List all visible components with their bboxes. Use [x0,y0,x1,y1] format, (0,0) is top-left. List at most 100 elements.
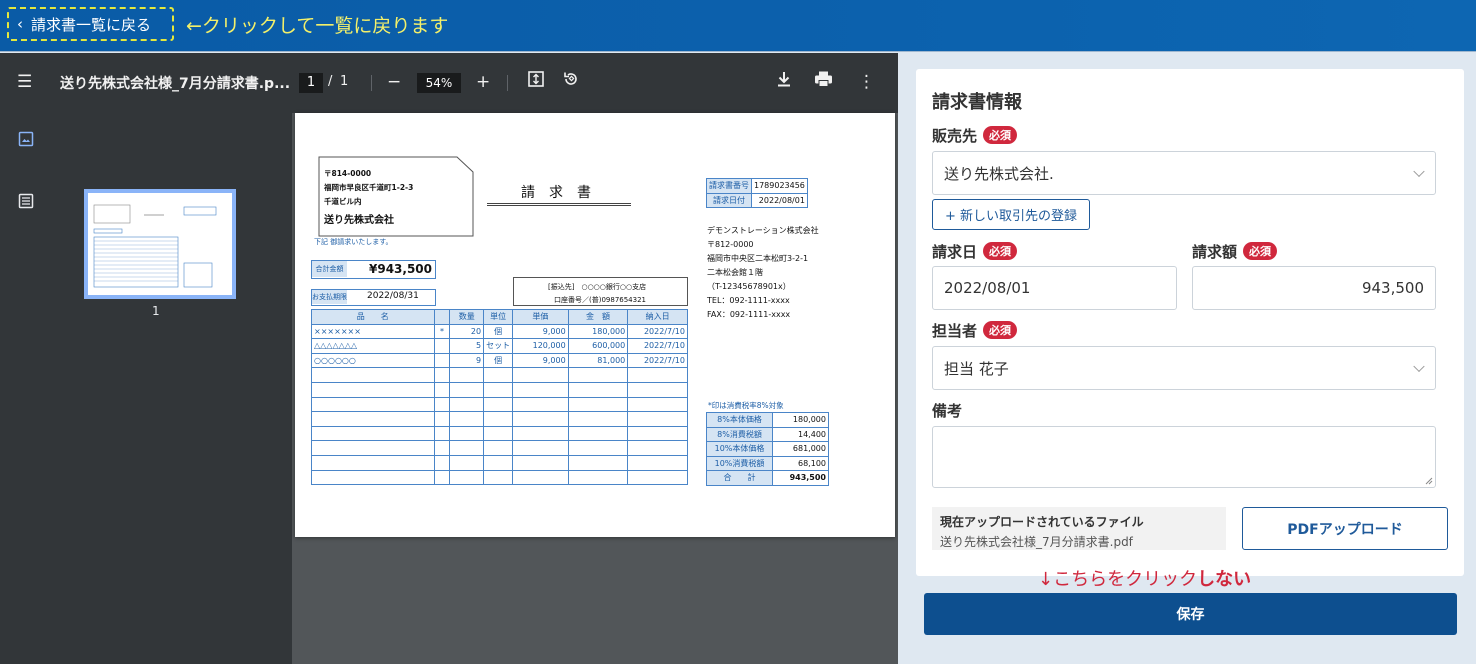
table-cell: 9 [449,352,485,369]
zoom-out-icon[interactable]: − [387,70,401,94]
table-cell: 81,000 [567,352,629,369]
invoice-date-input[interactable]: 2022/08/01 [932,266,1177,310]
new-customer-button[interactable]: + 新しい取引先の登録 [932,199,1090,230]
save-annotation: ↓こちらをクリックしない [1038,565,1251,591]
zoom-level[interactable]: 54% [417,73,461,93]
table-cell [433,440,451,456]
toolbar-divider [371,75,372,91]
required-badge: 必須 [983,126,1018,144]
invoice-intro: 下記 御請求いたします。 [314,238,393,246]
back-to-list-button[interactable]: ‹ 請求書一覧に戻る [7,7,174,41]
table-row: △△△△△△△ 5 セット 120,000 600,000 2022/7/10 [311,338,688,354]
table-cell [311,440,435,456]
zoom-in-icon[interactable]: + [476,70,490,94]
table-cell: セット [483,338,514,354]
table-row [311,454,688,471]
page-number-input[interactable]: 1 [299,73,323,93]
tax-row: 8%消費税額 14,400 [706,426,829,442]
customer-label-text: 販売先 [932,127,978,145]
table-cell [567,381,629,398]
pdf-viewer: ☰ 送り先株式会社様_7月分請求書.p... 1 / 1 − 54% + ⋮ 1… [0,53,898,664]
table-cell [449,381,485,398]
total-value: ¥943,500 [369,262,433,276]
table-cell [567,411,629,427]
tax-cell: 合 計 [706,470,773,486]
sender-line: （T-12345678901x） [707,282,791,291]
table-cell [449,469,485,486]
invoice-amount-input[interactable]: 943,500 [1192,266,1436,310]
fit-page-icon[interactable] [527,70,545,95]
download-icon[interactable] [776,70,792,95]
table-cell [311,411,435,427]
total-label: 合計金額 [312,261,347,277]
invoice-title: 請 求 書 [521,185,591,201]
outline-view-icon[interactable] [18,193,34,213]
sender-line: 福岡市中央区二本松町3-2-1 [707,254,809,263]
table-row: ××××××× * 20 個 9,000 180,000 2022/7/10 [311,323,688,340]
customer-label: 販売先 必須 [932,125,1018,146]
save-button[interactable]: 保存 [924,593,1457,635]
table-cell [483,381,514,398]
header-cell: 納入日 [627,309,688,325]
table-cell [433,425,451,442]
header-cell: 数量 [449,309,485,325]
table-cell [512,396,569,413]
header-cell: 単価 [512,309,569,325]
table-cell [567,454,629,471]
thumbnail-view-icon[interactable] [18,131,34,151]
save-annotation-prefix: ↓こちらをクリック [1038,569,1198,590]
chevron-down-icon [1413,360,1425,373]
more-options-icon[interactable]: ⋮ [858,70,875,94]
table-cell [449,454,485,471]
table-cell [433,411,451,427]
table-cell [627,425,688,442]
invoice-date-value: 2022/08/01 [944,279,1031,297]
table-cell [512,367,569,383]
print-icon[interactable] [814,70,833,95]
table-cell [567,367,629,383]
required-badge: 必須 [983,242,1018,260]
resize-handle-icon[interactable] [1425,477,1433,485]
table-cell [627,396,688,413]
table-cell [483,411,514,427]
table-cell: * [433,323,451,340]
rotate-icon[interactable] [562,70,580,95]
toolbar-divider [507,75,508,91]
tax-cell: 180,000 [772,412,829,428]
table-row [311,425,688,442]
tax-cell: 8%消費税額 [706,426,773,442]
back-annotation: ←クリックして一覧に戻ります [186,15,449,37]
tax-row: 8%本体価格 180,000 [706,412,829,428]
table-cell [483,396,514,413]
bank-line: 口座番号／(普)0987654321 [554,296,646,304]
pdf-upload-button[interactable]: PDFアップロード [1242,507,1448,550]
tax-row: 10%本体価格 681,000 [706,441,829,457]
table-cell: 2022/7/10 [627,323,688,340]
table-cell: 600,000 [567,338,629,354]
tax-summary-table: 8%本体価格 180,000 8%消費税額 14,400 10%本体価格 681,000 1… [706,412,829,486]
current-file-name: 送り先株式会社様_7月分請求書.pdf [940,535,1133,549]
current-file-label: 現在アップロードされているファイル [940,515,1144,529]
page-thumbnail[interactable] [84,189,236,299]
header-cell: 品 名 [311,309,435,325]
invoice-form-panel: 請求書情報 販売先 必須 送り先株式会社. + 新しい取引先の登録 請求日 必須 2… [916,69,1464,576]
table-cell [433,352,451,369]
table-cell: 9,000 [512,323,569,340]
table-cell [433,396,451,413]
table-cell [311,454,435,471]
save-annotation-strong: しない [1197,569,1252,590]
table-cell [567,425,629,442]
table-cell [567,396,629,413]
customer-selected-value: 送り先株式会社. [944,164,1054,183]
tax-cell: 8%本体価格 [706,412,773,428]
note-textarea[interactable] [932,426,1436,488]
customer-select[interactable]: 送り先株式会社. [932,151,1436,195]
top-bar: ‹ 請求書一覧に戻る ←クリックして一覧に戻ります [0,0,1476,52]
tax-row: 合 計 943,500 [706,470,829,486]
table-row [311,411,688,427]
staff-select[interactable]: 担当 花子 [932,346,1436,390]
header-cell: 金 額 [567,309,629,325]
menu-icon[interactable]: ☰ [17,70,32,94]
table-cell [512,381,569,398]
table-row [311,381,688,398]
